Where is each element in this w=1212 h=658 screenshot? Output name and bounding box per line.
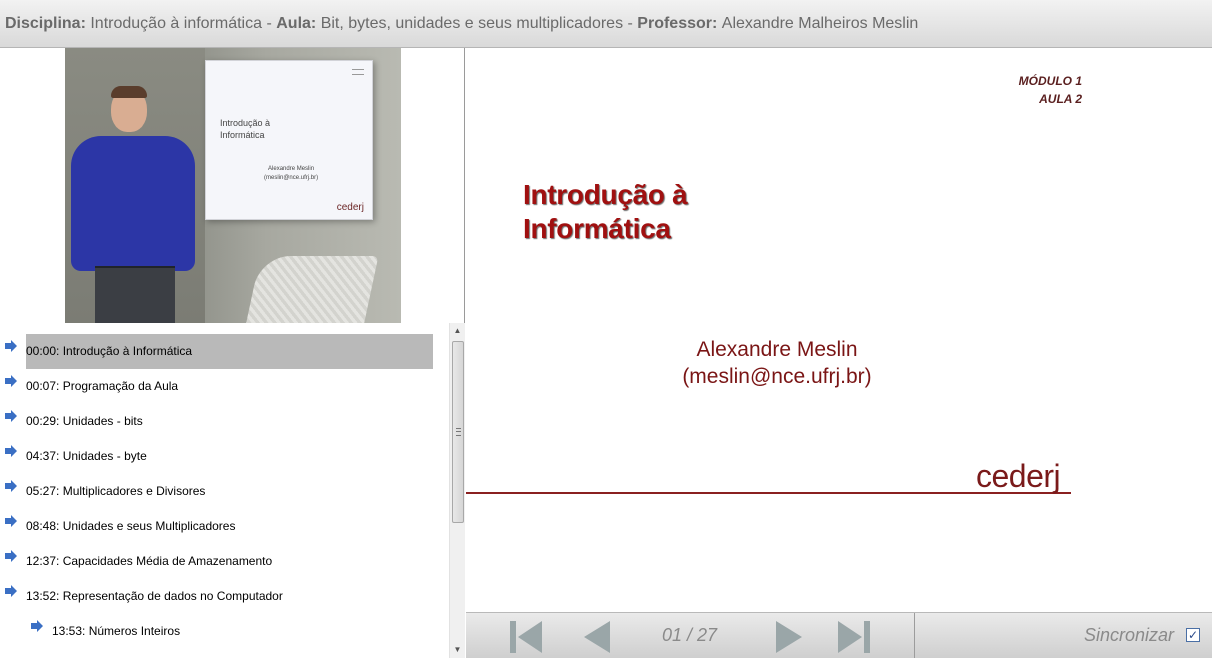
chapter-item[interactable]: 08:48: Unidades e seus Multiplicadores — [0, 509, 449, 544]
navbar-divider — [914, 613, 915, 658]
chapter-item[interactable]: 13:52: Representação de dados no Computa… — [0, 579, 449, 614]
slide-author-name: Alexandre Meslin — [696, 338, 858, 361]
discipline-value: Introdução à informática — [90, 14, 263, 32]
chapter-label: 12:37: Capacidades Média de Amazenamento — [26, 554, 273, 568]
previous-page-icon[interactable] — [576, 619, 616, 655]
arrow-right-icon — [5, 375, 17, 387]
chapter-label: 00:29: Unidades - bits — [26, 414, 143, 428]
arrow-right-icon — [5, 340, 17, 352]
lesson-value: Bit, bytes, unidades e seus multiplicado… — [320, 14, 624, 32]
lesson-label: Aula: — [276, 14, 317, 32]
chapter-label: 00:00: Introdução à Informática — [26, 334, 433, 369]
first-page-icon[interactable] — [506, 619, 546, 655]
arrow-right-icon — [5, 480, 17, 492]
screen-logo: cederj — [336, 202, 364, 213]
chapter-item[interactable]: 00:29: Unidades - bits — [0, 404, 449, 439]
sync-label: Sincronizar — [1084, 625, 1175, 645]
title-bar: Disciplina: Introdução à informática - A… — [0, 0, 1212, 48]
slide-author-email: (meslin@nce.ufrj.br) — [682, 365, 872, 388]
next-page-icon[interactable] — [770, 619, 810, 655]
chapter-label: 04:37: Unidades - byte — [26, 449, 147, 463]
slide-title: Introdução à Informática — [523, 178, 688, 246]
presenter — [65, 86, 205, 323]
slide-author: Alexandre Meslin (meslin@nce.ufrj.br) — [466, 336, 1088, 390]
slide-title-line2: Informática — [523, 213, 671, 244]
scroll-up-icon[interactable]: ▲ — [450, 323, 465, 339]
chapter-item[interactable]: 00:07: Programação da Aula — [0, 369, 449, 404]
arrow-right-icon — [5, 515, 17, 527]
arrow-right-icon — [5, 585, 17, 597]
scroll-thumb[interactable] — [452, 341, 464, 523]
slide-view: MÓDULO 1 AULA 2 Introdução à Informática… — [466, 48, 1212, 612]
page-indicator: 01 / 27 — [662, 625, 718, 645]
cederj-logo: cederj — [976, 458, 1061, 494]
chapter-label: 08:48: Unidades e seus Multiplicadores — [26, 519, 236, 533]
screen-module-mark — [352, 69, 364, 75]
module-label: MÓDULO 1 — [1018, 74, 1082, 88]
video-player[interactable]: Introdução à Informática Alexandre Mesli… — [65, 48, 401, 323]
slide-navigation-bar: 01 / 27 Sincronizar ✓ — [466, 612, 1212, 658]
chapter-item[interactable]: 04:37: Unidades - byte — [0, 439, 449, 474]
scroll-down-icon[interactable]: ▼ — [450, 642, 465, 658]
arrow-right-icon — [5, 550, 17, 562]
arrow-right-icon — [5, 445, 17, 457]
sync-checkbox[interactable]: ✓ — [1186, 628, 1200, 642]
arrow-right-icon — [31, 620, 43, 632]
chapter-label: 05:27: Multiplicadores e Divisores — [26, 484, 206, 498]
screen-author: Alexandre Meslin (meslin@nce.ufrj.br) — [264, 165, 318, 183]
presenter-hair — [111, 86, 147, 98]
chapter-item[interactable]: 00:00: Introdução à Informática — [0, 334, 449, 369]
lectern — [245, 256, 379, 323]
professor-label: Professor: — [637, 14, 718, 32]
screen-author-name: Alexandre Meslin — [268, 166, 315, 172]
title-separator: - — [623, 14, 638, 32]
left-pane: Introdução à Informática Alexandre Mesli… — [0, 48, 465, 658]
arrow-right-icon — [5, 410, 17, 422]
presenter-pants — [95, 268, 175, 323]
projection-screen: Introdução à Informática Alexandre Mesli… — [205, 60, 373, 220]
chapter-label: 13:52: Representação de dados no Computa… — [26, 589, 283, 603]
discipline-label: Disciplina: — [5, 14, 86, 32]
grip-icon — [456, 428, 461, 436]
slide-title-line1: Introdução à — [523, 179, 688, 210]
chapter-scrollbar[interactable]: ▲ ▼ — [449, 323, 465, 658]
lesson-number: AULA 2 — [1039, 92, 1082, 106]
chapter-item[interactable]: 12:37: Capacidades Média de Amazenamento — [0, 544, 449, 579]
presenter-shirt — [71, 136, 195, 271]
chapter-label: 00:07: Programação da Aula — [26, 379, 179, 393]
slide-module: MÓDULO 1 AULA 2 — [1019, 72, 1082, 108]
chapter-label: 13:53: Números Inteiros — [52, 624, 181, 638]
chapter-item[interactable]: 13:53: Números Inteiros — [0, 614, 449, 649]
chapter-list: 00:00: Introdução à Informática 00:07: Pr… — [0, 331, 449, 658]
title-separator: - — [262, 14, 277, 32]
chapter-item[interactable]: 05:27: Multiplicadores e Divisores — [0, 474, 449, 509]
screen-title: Introdução à Informática — [220, 118, 271, 140]
professor-value: Alexandre Malheiros Meslin — [721, 14, 919, 32]
last-page-icon[interactable] — [834, 619, 874, 655]
screen-author-email: (meslin@nce.ufrj.br) — [264, 175, 319, 181]
